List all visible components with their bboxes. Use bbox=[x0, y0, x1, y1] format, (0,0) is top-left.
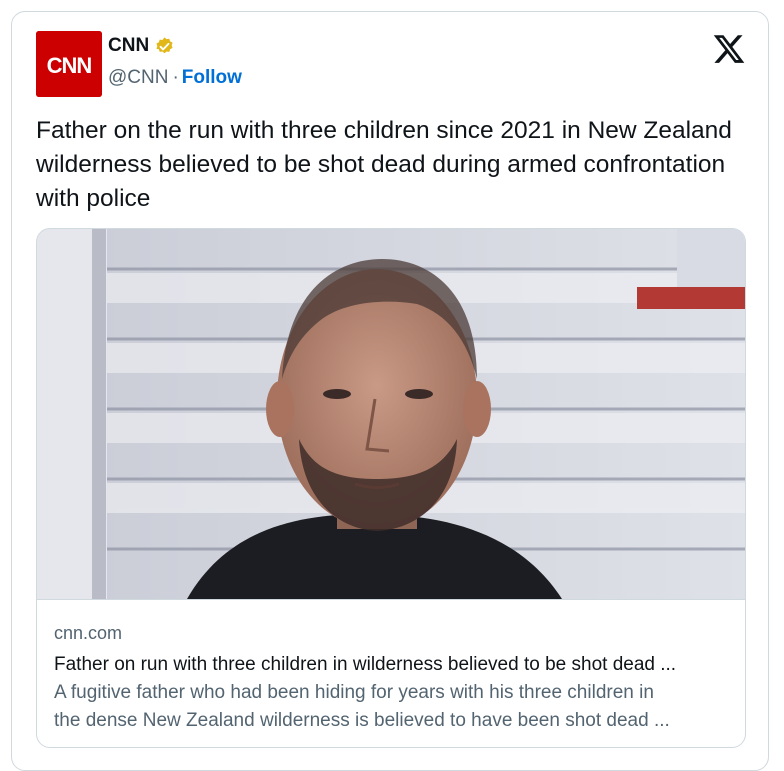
link-preview-card[interactable]: cnn.com Father on run with three childre… bbox=[36, 228, 746, 748]
article-photo[interactable] bbox=[37, 229, 745, 599]
author-handle-row: @CNN · Follow bbox=[108, 67, 242, 89]
link-domain: cnn.com bbox=[54, 623, 123, 643]
cnn-logo[interactable]: CNN bbox=[36, 31, 102, 97]
embedded-tweet-card[interactable]: CNN CNN @CNN · Follow Father on the run wi… bbox=[11, 11, 769, 771]
link-meta: cnn.com Father on run with three childre… bbox=[37, 599, 745, 747]
follow-button[interactable]: Follow bbox=[182, 67, 242, 88]
link-description-line-1: A fugitive father who had been hiding fo… bbox=[54, 682, 654, 703]
cnn-logo-text: CNN bbox=[47, 53, 92, 78]
link-description-line-2: the dense New Zealand wilderness is beli… bbox=[54, 710, 670, 731]
author-name-row: CNN bbox=[108, 35, 175, 57]
author-handle[interactable]: @CNN bbox=[108, 67, 168, 88]
link-title[interactable]: Father on run with three children in wil… bbox=[54, 651, 728, 679]
x-logo-icon[interactable] bbox=[712, 32, 746, 66]
tweet-text: Father on the run with three children si… bbox=[36, 117, 732, 212]
verified-badge-icon bbox=[156, 36, 173, 53]
author-display-name[interactable]: CNN bbox=[108, 35, 149, 57]
separator-dot: · bbox=[172, 67, 179, 88]
